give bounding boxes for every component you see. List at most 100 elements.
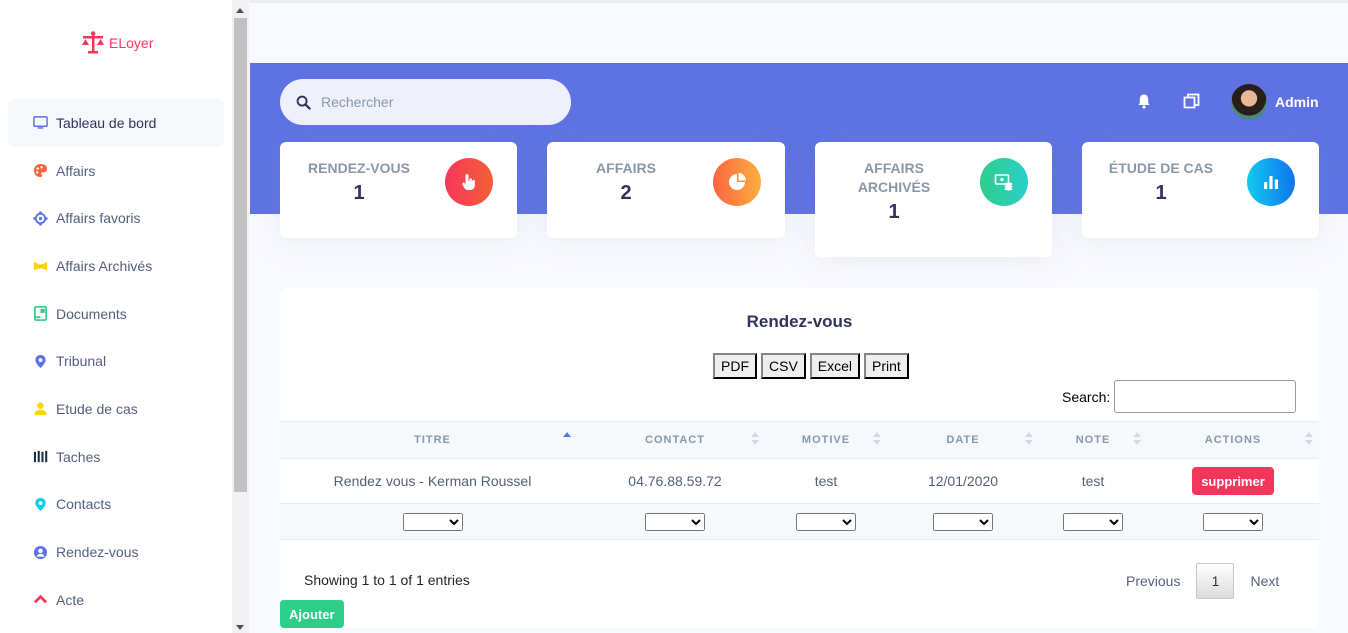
sidebar-item-tribunal[interactable]: Tribunal	[8, 337, 224, 385]
stat-label: AFFAIRS	[596, 160, 656, 176]
stat-value: 1	[888, 201, 900, 223]
table-info: Showing 1 to 1 of 1 entries	[304, 572, 470, 588]
stat-card-etude-de-cas[interactable]: ÉTUDE DE CAS 1	[1082, 142, 1319, 238]
sidebar-item-label: Etude de cas	[56, 400, 138, 417]
search-input[interactable]	[321, 94, 551, 110]
bullet-list-icon	[32, 449, 48, 465]
add-button[interactable]: Ajouter	[280, 600, 344, 628]
print-button[interactable]: Print	[864, 353, 909, 379]
scroll-up-arrow-icon[interactable]	[236, 8, 244, 13]
sidebar-item-label: Tableau de bord	[56, 114, 157, 131]
user-name: Admin	[1275, 94, 1319, 110]
sidebar-item-affairs-archives[interactable]: Affairs Archivés	[8, 242, 224, 290]
filter-select-titre[interactable]	[402, 512, 463, 531]
cell-motive: test	[765, 458, 887, 504]
current-page-button[interactable]: 1	[1196, 563, 1235, 599]
table-search-input[interactable]	[1114, 380, 1297, 413]
filter-select-motive[interactable]	[796, 512, 856, 531]
stat-card-rendez-vous[interactable]: RENDEZ-VOUS 1	[280, 142, 517, 238]
next-page-button[interactable]: Next	[1236, 563, 1293, 599]
sidebar-item-contacts[interactable]: Contacts	[8, 481, 224, 529]
stat-value: 1	[353, 182, 365, 204]
stat-card-affairs-archives[interactable]: AFFAIRS ARCHIVÉS 1	[815, 142, 1052, 257]
filter-select-note[interactable]	[1063, 512, 1123, 531]
sidebar-item-label: Contacts	[56, 496, 112, 513]
map-pin-icon	[32, 496, 48, 512]
bell-icon[interactable]	[1136, 93, 1152, 109]
stat-value: 1	[1155, 182, 1167, 204]
sort-icon	[751, 432, 759, 446]
filter-select-actions[interactable]	[1203, 512, 1263, 531]
cell-contact: 04.76.88.59.72	[585, 458, 765, 504]
column-header-motive[interactable]: MOTIVE	[765, 421, 887, 459]
sort-icon	[873, 432, 881, 446]
search-icon	[296, 95, 311, 110]
brand-logo[interactable]: ELoyer	[80, 31, 153, 55]
stat-label: ÉTUDE DE CAS	[1108, 160, 1214, 176]
user-menu[interactable]: Admin	[1231, 84, 1319, 120]
sidebar-item-rendez-vous[interactable]: Rendez-vous	[8, 528, 224, 576]
sidebar-item-label: Tribunal	[56, 353, 107, 370]
panel-title: Rendez-vous	[746, 312, 853, 331]
sidebar-item-label: Documents	[56, 305, 127, 322]
pin-icon	[32, 353, 48, 369]
sidebar-item-label: Acte	[56, 591, 85, 608]
user-icon	[32, 401, 48, 417]
brand-name: ELoyer	[109, 35, 154, 51]
cell-note: test	[1039, 458, 1147, 504]
scales-icon	[82, 31, 104, 54]
palette-icon	[32, 163, 48, 179]
rendez-vous-panel: Rendez-vous PDF CSV Excel Print Search: …	[280, 288, 1319, 628]
sidebar-item-acte[interactable]: Acte	[8, 576, 224, 624]
sidebar-nav: Tableau de bord Affairs Affairs favoris …	[8, 99, 224, 624]
column-header-titre[interactable]: TITRE	[280, 421, 585, 459]
scroll-down-arrow-icon[interactable]	[236, 625, 244, 630]
filter-select-contact[interactable]	[645, 512, 705, 531]
filter-row	[280, 503, 1319, 540]
cell-date: 12/01/2020	[887, 458, 1039, 504]
sidebar-item-etude-de-cas[interactable]: Etude de cas	[8, 385, 224, 433]
stat-card-affairs[interactable]: AFFAIRS 2	[547, 142, 785, 238]
sort-asc-icon	[563, 432, 571, 446]
export-buttons: PDF CSV Excel Print	[713, 353, 909, 379]
sidebar-item-tableau-de-bord[interactable]: Tableau de bord	[8, 99, 224, 147]
sidebar-item-label: Affairs Archivés	[56, 257, 153, 274]
delete-button[interactable]: supprimer	[1192, 467, 1274, 495]
pagination: Previous 1 Next	[1112, 563, 1293, 599]
search-bar[interactable]	[280, 79, 571, 125]
stat-value: 2	[620, 182, 632, 204]
sidebar-item-documents[interactable]: Documents	[8, 290, 224, 338]
export-excel-button[interactable]: Excel	[809, 353, 861, 379]
column-header-actions[interactable]: ACTIONS	[1147, 421, 1319, 459]
column-header-date[interactable]: DATE	[887, 421, 1039, 459]
table-search-label: Search:	[1062, 388, 1111, 405]
previous-page-button[interactable]: Previous	[1112, 563, 1194, 599]
sidebar-item-affairs[interactable]: Affairs	[8, 147, 224, 195]
sidebar-item-label: Affairs	[56, 162, 96, 179]
table-row: Rendez vous - Kerman Roussel 04.76.88.59…	[280, 458, 1319, 504]
stat-label: RENDEZ-VOUS	[308, 160, 410, 176]
sidebar: ELoyer Tableau de bord Affairs Affairs f…	[0, 0, 232, 633]
bar-chart-icon	[1247, 158, 1295, 206]
column-header-contact[interactable]: CONTACT	[585, 421, 765, 459]
planet-icon	[32, 210, 48, 226]
chevron-up-icon	[32, 592, 48, 608]
column-header-note[interactable]: NOTE	[1039, 421, 1147, 459]
avatar	[1231, 84, 1267, 120]
sidebar-item-taches[interactable]: Taches	[8, 433, 224, 481]
copy-windows-icon[interactable]	[1183, 93, 1200, 110]
circle-user-icon	[32, 544, 48, 560]
scrollbar-thumb[interactable]	[234, 18, 247, 492]
filter-select-date[interactable]	[933, 512, 993, 531]
pie-chart-icon	[713, 158, 761, 206]
export-pdf-button[interactable]: PDF	[713, 353, 757, 379]
sidebar-item-label: Taches	[56, 448, 101, 465]
document-icon	[32, 306, 48, 322]
export-csv-button[interactable]: CSV	[761, 353, 806, 379]
sidebar-item-label: Rendez-vous	[56, 544, 139, 561]
money-coins-icon	[980, 158, 1028, 206]
sidebar-scrollbar[interactable]	[232, 0, 249, 633]
sidebar-item-affairs-favoris[interactable]: Affairs favoris	[8, 194, 224, 242]
stat-label: AFFAIRS ARCHIVÉS	[857, 160, 931, 195]
table-search: Search:	[1062, 380, 1297, 413]
